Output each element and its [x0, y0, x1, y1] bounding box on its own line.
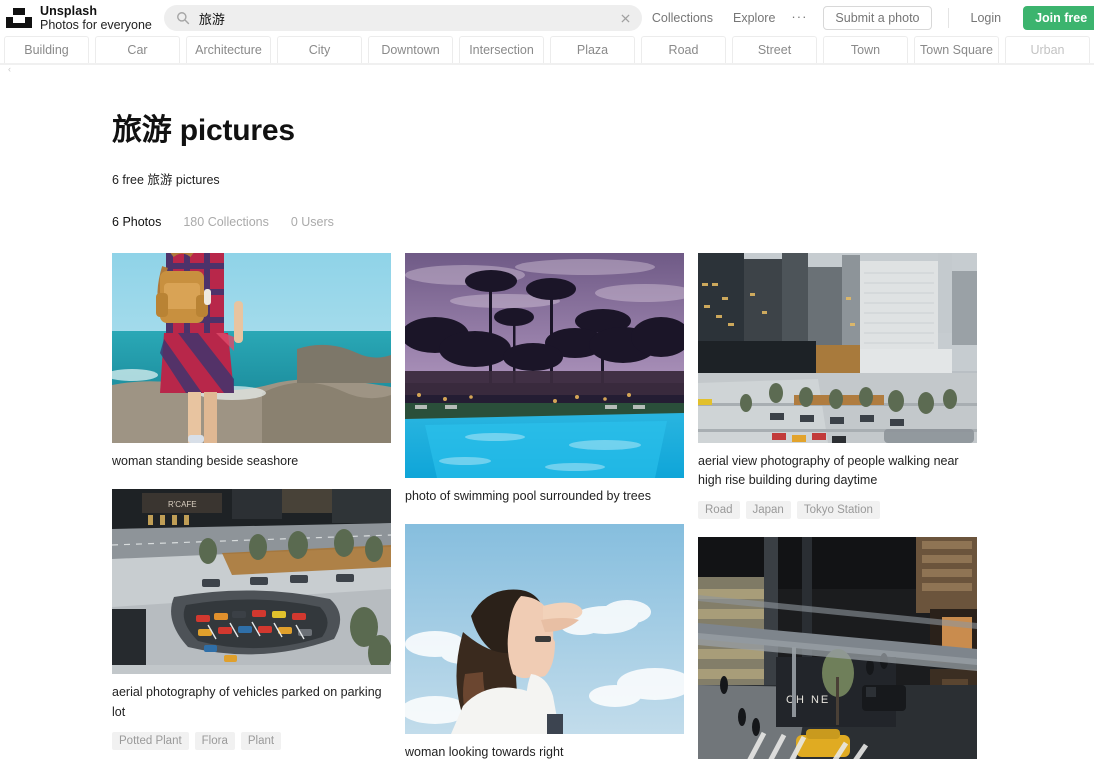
header-divider [948, 8, 949, 28]
photo-tags: Potted Plant Flora Plant [112, 732, 391, 750]
photo-card: aerial view photography of people walkin… [698, 253, 977, 519]
search-icon [176, 11, 190, 25]
photo-card: R'CAFE [112, 489, 391, 750]
stat-label: Users [301, 215, 334, 229]
photo-column: aerial view photography of people walkin… [698, 253, 977, 759]
tab-label: City [309, 43, 331, 57]
category-tabs: Building Car Architecture City Downtown Inter… [0, 36, 1094, 63]
tag-potted-plant[interactable]: Potted Plant [112, 732, 189, 750]
photo-woman-seashore[interactable] [112, 253, 391, 443]
tab-town[interactable]: Town [823, 36, 908, 63]
close-icon[interactable] [616, 8, 636, 28]
brand-name: Unsplash [40, 4, 152, 18]
tab-city[interactable]: City [277, 36, 362, 63]
photo-caption[interactable]: photo of swimming pool surrounded by tre… [405, 487, 684, 506]
tab-label: Urban [1030, 43, 1064, 57]
tab-label: Town [851, 43, 880, 57]
photo-card: CH NE [698, 537, 977, 759]
photo-caption[interactable]: woman standing beside seashore [112, 452, 391, 471]
svg-text:R'CAFE: R'CAFE [168, 500, 197, 509]
nav-more-icon[interactable]: ··· [785, 9, 817, 28]
brand-text: Unsplash Photos for everyone [40, 4, 152, 33]
tab-street[interactable]: Street [732, 36, 817, 63]
tab-urban[interactable]: Urban [1005, 36, 1090, 63]
tag-flora[interactable]: Flora [195, 732, 235, 750]
photo-caption[interactable]: aerial view photography of people walkin… [698, 452, 977, 491]
photo-woman-looking-right[interactable] [405, 524, 684, 734]
nav-collections[interactable]: Collections [642, 11, 723, 25]
tab-label: Architecture [195, 43, 262, 57]
search-bar[interactable] [164, 5, 642, 31]
tag-road[interactable]: Road [698, 501, 740, 519]
tab-label: Town Square [920, 43, 993, 57]
unsplash-camera-logo-icon[interactable] [6, 6, 32, 30]
tab-label: Road [669, 43, 699, 57]
photo-parking-lot-aerial[interactable]: R'CAFE [112, 489, 391, 674]
photo-column: woman standing beside seashore R'CAFE [112, 253, 391, 759]
tab-architecture[interactable]: Architecture [186, 36, 271, 63]
tab-label: Plaza [577, 43, 608, 57]
site-header: Unsplash Photos for everyone Collections… [0, 0, 1094, 36]
page-title: 旅游 pictures [112, 105, 1094, 149]
photo-caption[interactable]: aerial photography of vehicles parked on… [112, 683, 391, 722]
photo-card: woman standing beside seashore [112, 253, 391, 471]
join-free-button[interactable]: Join free [1023, 6, 1094, 30]
brand-tagline: Photos for everyone [40, 18, 152, 32]
stat-label: Photos [122, 215, 161, 229]
photo-caption[interactable]: woman looking towards right [405, 743, 684, 759]
search-input[interactable] [190, 11, 616, 26]
tab-building[interactable]: Building [4, 36, 89, 63]
nav-explore[interactable]: Explore [723, 11, 785, 25]
tab-plaza[interactable]: Plaza [550, 36, 635, 63]
tab-label: Intersection [469, 43, 534, 57]
stat-count: 6 [112, 215, 119, 229]
stat-users[interactable]: 0 Users [291, 215, 334, 229]
tab-town-square[interactable]: Town Square [914, 36, 999, 63]
stat-collections[interactable]: 180 Collections [183, 215, 268, 229]
stat-count: 0 [291, 215, 298, 229]
page-subtitle: 6 free 旅游 pictures [112, 169, 1094, 188]
stat-photos[interactable]: 6 Photos [112, 215, 161, 229]
header-nav: Collections Explore ··· Submit a photo L… [642, 6, 1094, 30]
photo-card: woman looking towards right [405, 524, 684, 759]
tag-plant[interactable]: Plant [241, 732, 281, 750]
tag-japan[interactable]: Japan [746, 501, 791, 519]
tab-downtown[interactable]: Downtown [368, 36, 453, 63]
logo-block[interactable]: Unsplash Photos for everyone [6, 4, 152, 33]
tab-intersection[interactable]: Intersection [459, 36, 544, 63]
tab-label: Building [24, 43, 68, 57]
stats-bar: 6 Photos 180 Collections 0 Users [112, 215, 1094, 229]
submit-photo-button[interactable]: Submit a photo [823, 6, 931, 30]
photo-column: photo of swimming pool surrounded by tre… [405, 253, 684, 759]
tab-label: Downtown [381, 43, 439, 57]
photo-aerial-high-rise-plaza[interactable] [698, 253, 977, 443]
stat-label: Collections [208, 215, 269, 229]
photo-card: photo of swimming pool surrounded by tre… [405, 253, 684, 506]
photo-swimming-pool-palms[interactable] [405, 253, 684, 478]
photo-grid: woman standing beside seashore R'CAFE [112, 253, 978, 759]
page-content: 旅游 pictures 6 free 旅游 pictures 6 Photos 1… [0, 75, 1094, 759]
tab-road[interactable]: Road [641, 36, 726, 63]
photo-tags: Road Japan Tokyo Station [698, 501, 977, 519]
tab-label: Car [127, 43, 147, 57]
tab-car[interactable]: Car [95, 36, 180, 63]
stat-count: 180 [183, 215, 204, 229]
photo-street-crossing-dusk[interactable]: CH NE [698, 537, 977, 759]
tab-label: Street [758, 43, 791, 57]
tag-tokyo-station[interactable]: Tokyo Station [797, 501, 880, 519]
login-link[interactable]: Login [961, 11, 1012, 25]
tabs-scroll-hint-icon[interactable]: ‹ [0, 65, 1094, 75]
